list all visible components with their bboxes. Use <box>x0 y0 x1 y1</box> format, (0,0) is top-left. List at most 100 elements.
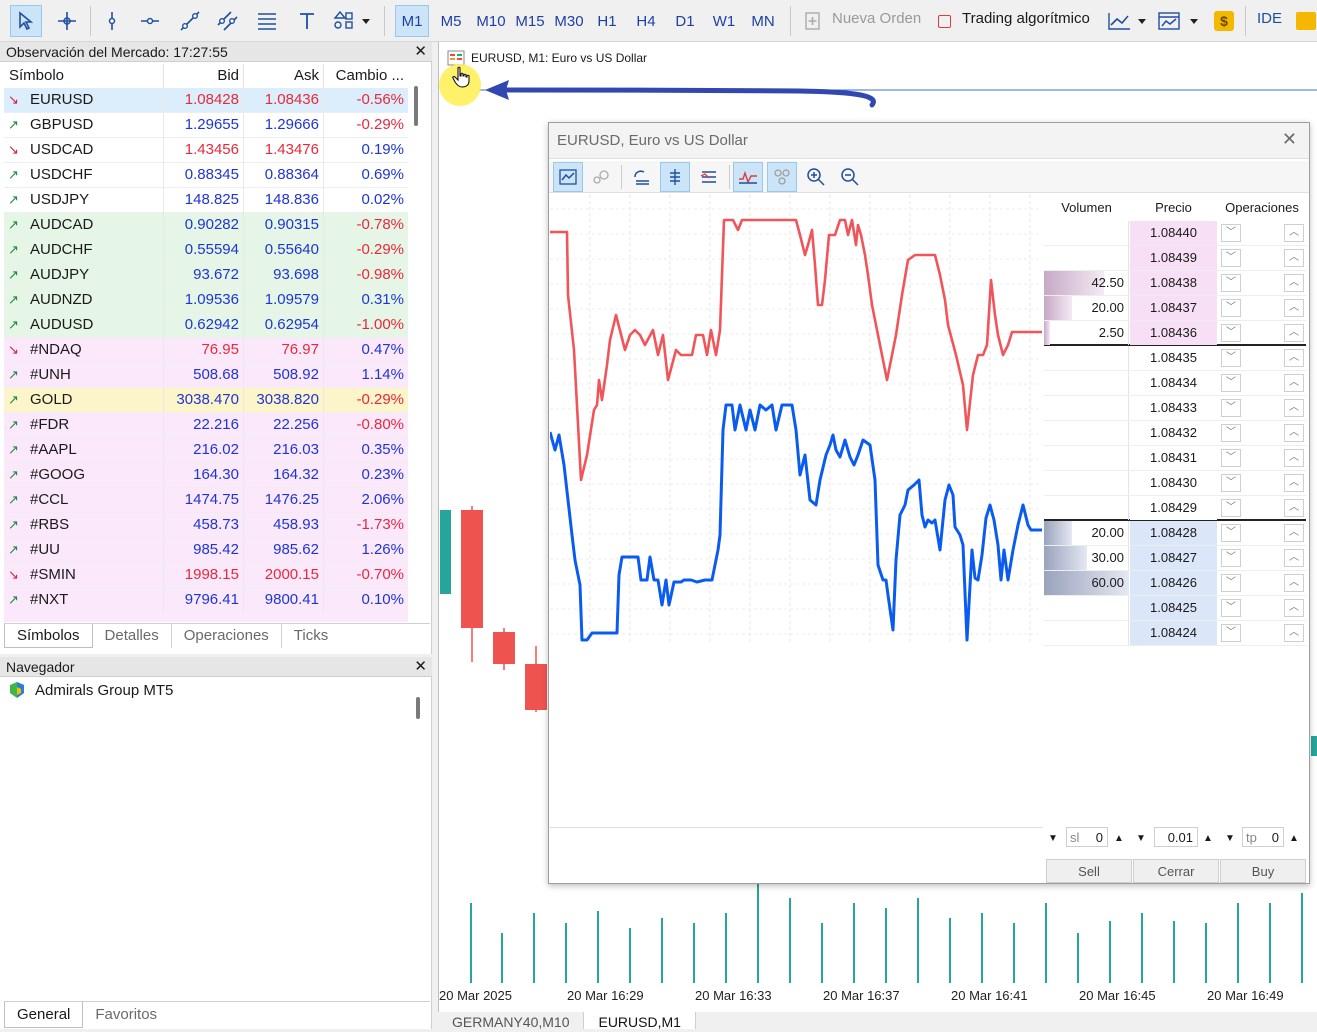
table-row[interactable]: ↗ #AAPL 216.02 216.03 0.35% <box>4 438 408 463</box>
new-order-icon[interactable] <box>800 5 826 37</box>
table-row[interactable]: ↗ #FDR 22.216 22.256 -0.80% <box>4 413 408 438</box>
buy-level-icon[interactable]: ︿ <box>1284 474 1304 492</box>
timeframe-m1[interactable]: M1 <box>395 5 429 37</box>
column-bid[interactable]: Bid <box>164 64 244 88</box>
sell-level-icon[interactable]: ﹀ <box>1221 574 1241 592</box>
fibonacci-icon[interactable] <box>251 5 283 37</box>
buy-level-icon[interactable]: ︿ <box>1284 399 1304 417</box>
table-row[interactable]: ↗ #UU 985.42 985.62 1.26% <box>4 538 408 563</box>
dollar-icon[interactable]: $ <box>1210 5 1238 37</box>
tick-chart[interactable] <box>550 195 1043 827</box>
buy-level-icon[interactable]: ︿ <box>1284 599 1304 617</box>
shapes-dropdown-icon[interactable] <box>330 5 374 37</box>
sell-level-icon[interactable]: ﹀ <box>1221 224 1241 242</box>
sell-level-icon[interactable]: ﹀ <box>1221 624 1241 642</box>
tab-ticks[interactable]: Ticks <box>282 624 340 648</box>
table-row[interactable]: ↗ AUDCHF 0.55594 0.55640 -0.29% <box>4 238 408 263</box>
depth-list-icon[interactable] <box>694 162 724 192</box>
column-symbol[interactable]: Símbolo <box>4 64 164 88</box>
table-row[interactable]: ↗ #RBS 458.73 458.93 -1.73% <box>4 513 408 538</box>
navigator-root-item[interactable]: Admirals Group MT5 <box>8 681 173 699</box>
tick-chart-icon[interactable] <box>553 162 583 192</box>
horizontal-line-icon[interactable] <box>134 5 166 37</box>
timeframe-m30[interactable]: M30 <box>550 5 588 37</box>
tab-eurusd[interactable]: EURUSD,M1 <box>584 1012 696 1030</box>
indicators-dropdown-icon[interactable] <box>1155 5 1203 37</box>
buy-level-icon[interactable]: ︿ <box>1284 349 1304 367</box>
table-row[interactable]: ↗ #UNH 508.68 508.92 1.14% <box>4 363 408 388</box>
sell-level-icon[interactable]: ﹀ <box>1221 449 1241 467</box>
volume-input[interactable]: 0.01 <box>1154 827 1198 847</box>
text-icon[interactable] <box>291 5 323 37</box>
close-position-button[interactable]: Cerrar <box>1133 859 1219 883</box>
timeframe-m10[interactable]: M10 <box>472 5 510 37</box>
chart-type-dropdown-icon[interactable] <box>1105 5 1151 37</box>
auto-scroll-icon[interactable] <box>627 162 657 192</box>
buy-level-icon[interactable]: ︿ <box>1284 449 1304 467</box>
tab-favorites[interactable]: Favoritos <box>83 1002 169 1028</box>
buy-level-icon[interactable]: ︿ <box>1284 249 1304 267</box>
buy-level-icon[interactable]: ︿ <box>1284 524 1304 542</box>
timeframe-h4[interactable]: H4 <box>630 5 662 37</box>
algo-trading-icon[interactable] <box>932 5 956 37</box>
timeframe-m15[interactable]: M15 <box>511 5 549 37</box>
scrollbar[interactable] <box>414 86 418 126</box>
channel-icon[interactable] <box>212 5 244 37</box>
bubbles-icon[interactable] <box>767 162 797 192</box>
buy-level-icon[interactable]: ︿ <box>1284 574 1304 592</box>
table-row[interactable]: ↘ USDCAD 1.43456 1.43476 0.19% <box>4 138 408 163</box>
price-lines-icon[interactable] <box>733 162 763 192</box>
new-order-button[interactable]: Nueva Orden <box>832 10 921 27</box>
sell-level-icon[interactable]: ﹀ <box>1221 399 1241 417</box>
buy-button[interactable]: Buy <box>1220 859 1306 883</box>
sell-level-icon[interactable]: ﹀ <box>1221 349 1241 367</box>
ide-button[interactable]: IDE <box>1257 10 1282 27</box>
sell-level-icon[interactable]: ﹀ <box>1221 249 1241 267</box>
tp-down-icon[interactable]: ▼ <box>1225 829 1235 849</box>
cursor-icon[interactable] <box>10 5 42 37</box>
buy-level-icon[interactable]: ︿ <box>1284 624 1304 642</box>
timeframe-m5[interactable]: M5 <box>434 5 468 37</box>
sell-button[interactable]: Sell <box>1046 859 1132 883</box>
buy-level-icon[interactable]: ︿ <box>1284 324 1304 342</box>
table-row[interactable]: ↗ AUDUSD 0.62942 0.62954 -1.00% <box>4 313 408 338</box>
volume-up-icon[interactable]: ▲ <box>1203 829 1213 849</box>
sell-level-icon[interactable]: ﹀ <box>1221 524 1241 542</box>
tab-details[interactable]: Detalles <box>93 624 172 648</box>
table-row[interactable]: ↘ #NDAQ 76.95 76.97 0.47% <box>4 338 408 363</box>
table-row[interactable]: ↗ AUDNZD 1.09536 1.09579 0.31% <box>4 288 408 313</box>
sl-up-icon[interactable]: ▲ <box>1114 829 1124 849</box>
depth-of-market-window[interactable]: EURUSD, Euro vs US Dollar ✕ Volumen Prec… <box>548 122 1310 884</box>
buy-level-icon[interactable]: ︿ <box>1284 424 1304 442</box>
table-row[interactable]: ↗ GBPUSD 1.29655 1.29666 -0.29% <box>4 113 408 138</box>
tab-general[interactable]: General <box>4 1002 84 1028</box>
table-row[interactable]: ↗ USDJPY 148.825 148.836 0.02% <box>4 188 408 213</box>
buy-level-icon[interactable]: ︿ <box>1284 274 1304 292</box>
volume-bubbles-icon[interactable] <box>586 162 616 192</box>
timeframe-h1[interactable]: H1 <box>591 5 623 37</box>
table-row[interactable]: ↗ #GOOG 164.30 164.32 0.23% <box>4 463 408 488</box>
table-row[interactable]: ↘ EURUSD 1.08428 1.08436 -0.56% <box>4 88 408 113</box>
briefcase-icon[interactable] <box>1294 5 1317 37</box>
sell-level-icon[interactable]: ﹀ <box>1221 299 1241 317</box>
table-row[interactable]: ↗ #NXT 9796.41 9800.41 0.10% <box>4 588 408 613</box>
timeframe-w1[interactable]: W1 <box>707 5 741 37</box>
sl-down-icon[interactable]: ▼ <box>1048 829 1058 849</box>
zoom-out-icon[interactable] <box>835 162 865 192</box>
sell-level-icon[interactable]: ﹀ <box>1221 424 1241 442</box>
column-change[interactable]: Cambio ... <box>324 64 408 88</box>
sell-level-icon[interactable]: ﹀ <box>1221 599 1241 617</box>
vertical-line-icon[interactable] <box>96 5 128 37</box>
tab-trades[interactable]: Operaciones <box>172 624 282 648</box>
timeframe-mn[interactable]: MN <box>746 5 780 37</box>
sell-level-icon[interactable]: ﹀ <box>1221 324 1241 342</box>
center-icon[interactable] <box>660 162 690 192</box>
table-row[interactable]: ↗ #CCL 1474.75 1476.25 2.06% <box>4 488 408 513</box>
tp-up-icon[interactable]: ▲ <box>1289 829 1299 849</box>
sell-level-icon[interactable]: ﹀ <box>1221 274 1241 292</box>
sl-input[interactable]: sl 0 <box>1066 827 1108 847</box>
column-ask[interactable]: Ask <box>244 64 324 88</box>
table-row[interactable]: ↘ #SMIN 1998.15 2000.15 -0.70% <box>4 563 408 588</box>
buy-level-icon[interactable]: ︿ <box>1284 224 1304 242</box>
sell-level-icon[interactable]: ﹀ <box>1221 474 1241 492</box>
